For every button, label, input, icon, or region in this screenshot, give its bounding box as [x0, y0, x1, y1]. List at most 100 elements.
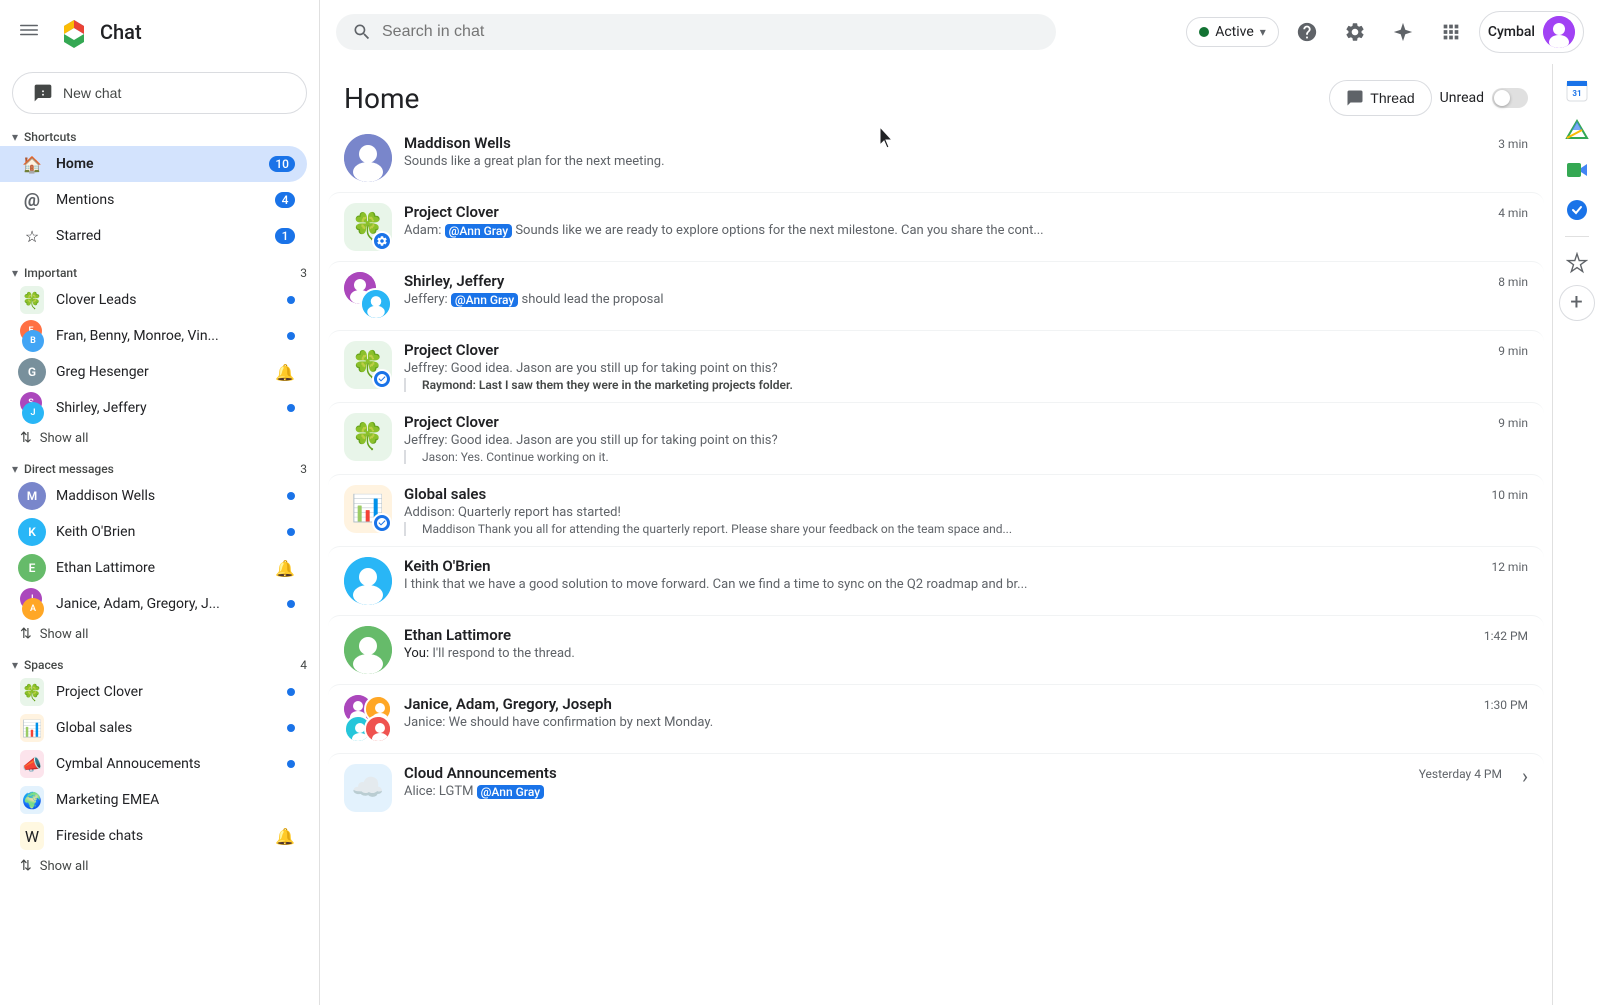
help-icon[interactable] — [1287, 12, 1327, 52]
project-clover-space-icon: 🍀 — [20, 680, 44, 704]
chat-name-global-sales: Global sales — [404, 485, 486, 503]
shirley-jeffery-icon: S J — [20, 396, 44, 420]
sidebar-item-marketing-emea[interactable]: 🌍 Marketing EMEA — [0, 782, 307, 818]
clover-leads-icon: 🍀 — [20, 288, 44, 312]
sidebar-item-greg-hesenger[interactable]: G Greg Hesenger 🔔 — [0, 354, 307, 390]
shortcuts-label: Shortcuts — [24, 130, 76, 144]
chat-item-project-clover-1[interactable]: 🍀 Project Clover 4 min Adam: @Ann Gray S… — [328, 192, 1544, 261]
chat-time-project-clover-2: 9 min — [1498, 344, 1528, 358]
chat-item-project-clover-3[interactable]: 🍀 Project Clover 9 min Jeffrey: Good ide… — [328, 402, 1544, 474]
account-avatar — [1543, 16, 1575, 48]
sidebar-item-fran-benny[interactable]: F B Fran, Benny, Monroe, Vin... — [0, 318, 307, 354]
chat-item-project-clover-2[interactable]: 🍀 Project Clover 9 min Jeffrey: Good ide… — [328, 330, 1544, 402]
sidebar-item-starred[interactable]: ☆ Starred 1 — [0, 218, 307, 254]
sidebar-item-ethan-lattimore[interactable]: E Ethan Lattimore 🔔 — [0, 550, 307, 586]
sidebar-item-cymbal-announcements[interactable]: 📣 Cymbal Annoucements — [0, 746, 307, 782]
search-bar[interactable] — [336, 14, 1056, 50]
important-chevron: ▾ — [12, 266, 18, 280]
menu-icon[interactable] — [12, 13, 46, 51]
ethan-lattimore-icon: E — [20, 556, 44, 580]
marketing-emea-icon: 🌍 — [20, 788, 44, 812]
project-clover-dot — [287, 688, 295, 696]
app-title: Chat — [100, 20, 142, 44]
chat-name-project-clover-1: Project Clover — [404, 203, 499, 221]
chat-time-project-clover-1: 4 min — [1498, 206, 1528, 220]
account-button[interactable]: Cymbal — [1479, 11, 1584, 53]
sidebar-item-clover-leads[interactable]: 🍀 Clover Leads — [0, 282, 307, 318]
chat-item-maddison-wells[interactable]: Maddison Wells 3 min Sounds like a great… — [328, 124, 1544, 192]
sidebar-item-clover-leads-label: Clover Leads — [56, 292, 287, 308]
spaces-chevron: ▾ — [12, 658, 18, 672]
logo-area: Chat — [56, 14, 142, 50]
sidebar-item-home[interactable]: 🏠 Home 10 — [0, 146, 307, 182]
chat-item-keith-obrien[interactable]: Keith O'Brien 12 min I think that we hav… — [328, 546, 1544, 615]
sidebar-item-project-clover[interactable]: 🍀 Project Clover — [0, 674, 307, 710]
right-icon-divider — [1565, 236, 1589, 237]
star-app-icon[interactable] — [1559, 245, 1595, 281]
unread-toggle[interactable] — [1492, 88, 1528, 108]
sidebar-item-fireside-chats[interactable]: W Fireside chats 🔔 — [0, 818, 307, 854]
chat-item-cloud-announcements[interactable]: ☁️ Cloud Announcements Yesterday 4 PM Al… — [328, 753, 1544, 822]
toggle-knob — [1494, 90, 1510, 106]
settings-icon[interactable] — [1335, 12, 1375, 52]
maddison-dot — [287, 492, 295, 500]
active-status-button[interactable]: Active ▾ — [1186, 17, 1279, 47]
chat-item-global-sales[interactable]: 📊 Global sales 10 min Addison: Quarterly… — [328, 474, 1544, 546]
dm-section-header[interactable]: ▾ Direct messages 3 — [0, 458, 319, 478]
chat-item-shirley-jeffery[interactable]: Shirley, Jeffery 8 min Jeffery: @Ann Gra… — [328, 261, 1544, 330]
search-input[interactable] — [382, 23, 1040, 41]
cymbal-announcements-icon: 📣 — [20, 752, 44, 776]
chat-time-cloud-announcements: Yesterday 4 PM — [1419, 767, 1502, 781]
sidebar-item-cymbal-label: Cymbal Annoucements — [56, 756, 287, 772]
chat-preview-maddison: Sounds like a great plan for the next me… — [404, 154, 1528, 169]
important-show-all-label: Show all — [40, 431, 89, 446]
shortcuts-section-header[interactable]: ▾ Shortcuts — [0, 126, 319, 146]
sidebar-item-mentions[interactable]: @ Mentions 4 — [0, 182, 307, 218]
sidebar-header: Chat — [0, 0, 319, 64]
main-content: Home Thread Unread Maddison Wells — [320, 64, 1552, 1005]
topbar-right: Active ▾ Cymbal — [1186, 11, 1584, 53]
starred-icon: ☆ — [20, 224, 44, 248]
new-chat-button[interactable]: New chat — [12, 72, 307, 114]
google-calendar-icon[interactable]: 31 — [1559, 72, 1595, 108]
mentions-icon: @ — [20, 188, 44, 212]
spaces-section-header[interactable]: ▾ Spaces 4 — [0, 654, 319, 674]
dm-show-all[interactable]: ⇅ Show all — [0, 622, 319, 646]
chat-item-janice-adam-group[interactable]: Janice, Adam, Gregory, Joseph 1:30 PM Ja… — [328, 684, 1544, 753]
chat-item-ethan-lattimore[interactable]: Ethan Lattimore 1:42 PM You: I'll respon… — [328, 615, 1544, 684]
important-label: Important — [24, 266, 77, 280]
spaces-count: 4 — [300, 658, 307, 672]
chat-body-janice-group: Janice, Adam, Gregory, Joseph 1:30 PM Ja… — [404, 695, 1528, 730]
important-show-all[interactable]: ⇅ Show all — [0, 426, 319, 450]
sidebar-item-keith-obrien[interactable]: K Keith O'Brien — [0, 514, 307, 550]
apps-icon[interactable] — [1431, 12, 1471, 52]
chat-name-ethan-lattimore: Ethan Lattimore — [404, 626, 511, 644]
sidebar-item-global-sales-label: Global sales — [56, 720, 287, 736]
important-section-header[interactable]: ▾ Important 3 — [0, 262, 319, 282]
dm-label: Direct messages — [24, 462, 114, 476]
google-drive-icon[interactable] — [1559, 112, 1595, 148]
spaces-label: Spaces — [24, 658, 63, 672]
chat-time-maddison: 3 min — [1498, 137, 1528, 151]
chat-avatar-janice-group — [344, 695, 392, 743]
spark-icon[interactable] — [1383, 12, 1423, 52]
sidebar-item-maddison-wells[interactable]: M Maddison Wells — [0, 478, 307, 514]
google-tasks-icon[interactable] — [1559, 192, 1595, 228]
thread-icon — [1346, 89, 1364, 107]
chat-name-project-clover-3: Project Clover — [404, 413, 499, 431]
sidebar-item-ethan-label: Ethan Lattimore — [56, 560, 275, 576]
sidebar-item-janice-adam[interactable]: J A Janice, Adam, Gregory, J... — [0, 586, 307, 622]
google-meet-icon[interactable] — [1559, 152, 1595, 188]
chat-time-keith-obrien: 12 min — [1491, 560, 1528, 574]
sidebar-item-shirley-jeffery[interactable]: S J Shirley, Jeffery — [0, 390, 307, 426]
mentions-badge: 4 — [275, 192, 295, 208]
chat-time-shirley-jeffery: 8 min — [1498, 275, 1528, 289]
spaces-show-all[interactable]: ⇅ Show all — [0, 854, 319, 878]
add-app-icon[interactable]: + — [1559, 285, 1595, 321]
ethan-bell-icon: 🔔 — [275, 559, 295, 578]
mention-ann-gray-2: @Ann Gray — [451, 293, 518, 307]
sidebar-item-global-sales[interactable]: 📊 Global sales — [0, 710, 307, 746]
fireside-chats-icon: W — [20, 824, 44, 848]
chat-preview-project-clover-3: Jeffrey: Good idea. Jason are you still … — [404, 433, 1528, 448]
thread-button[interactable]: Thread — [1329, 80, 1431, 116]
